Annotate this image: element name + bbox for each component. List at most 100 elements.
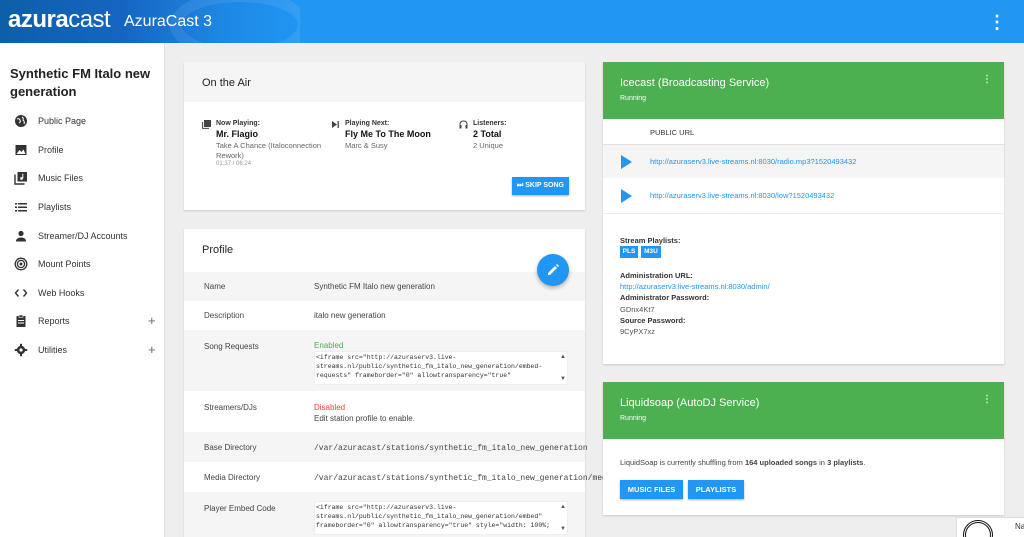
edit-profile-button[interactable] [537,254,569,286]
corner-widget[interactable]: Na [956,517,1024,537]
avatar-icon [963,520,993,537]
song-requests-status: Enabled [314,341,344,350]
sidebar-item-web-hooks[interactable]: Web Hooks [0,280,165,308]
admin-url-label: Administration URL: [620,271,693,280]
admin-password-value: GDnx4Kt7 [620,305,655,314]
gear-icon [14,343,28,357]
sidebar-item-profile[interactable]: Profile [0,137,165,165]
playing-next-label: Playing Next: [345,120,390,127]
kebab-menu-icon[interactable]: ⋮ [988,12,1006,32]
on-air-title: On the Air [202,77,251,89]
source-password-label: Source Password: [620,316,686,325]
sidebar-item-public-page[interactable]: Public Page [0,108,165,136]
sidebar-item-mount-points[interactable]: Mount Points [0,251,165,279]
scroll-up-icon[interactable]: ▲ [560,354,566,360]
skip-next-icon [331,120,340,129]
play-icon[interactable] [621,189,632,203]
azuracast-logo[interactable]: azuracast [8,6,111,34]
now-playing-song: Take A Chance (Italoconnection Rework) [216,141,322,160]
profile-card-header: Profile [184,229,585,272]
sidebar-item-label: Playlists [38,202,72,212]
station-name: Synthetic FM Italo new generation [10,66,151,99]
sidebar-item-label: Public Page [38,116,87,126]
row-key: Description [204,311,245,320]
sidebar-item-reports[interactable]: Reports + [0,308,165,336]
now-playing-time: 01:37 / 06:24 [216,161,252,167]
stream-url-link[interactable]: http://azuraserv3.live-streams.nl:8030/r… [650,157,856,166]
code-icon [14,286,28,300]
listeners-unique: 2 Unique [473,141,504,150]
playlist-count: 3 playlists [827,458,864,467]
playing-next-title: Fly Me To The Moon [345,129,431,139]
logo-bold-text: azura [8,6,69,33]
sidebar-item-label: Utilities [38,345,68,355]
sidebar-item-label: Reports [38,316,70,326]
row-key: Name [204,282,226,291]
library-music-icon [14,171,28,185]
listeners-total: 2 Total [473,129,502,139]
on-air-card-header: On the Air [184,62,585,102]
profile-row-streamers: Streamers/DJs Disabled Edit station prof… [184,391,585,432]
icecast-status: Running [620,95,647,102]
desc-text: in [817,458,828,467]
expand-plus-icon[interactable]: + [148,342,156,357]
expand-plus-icon[interactable]: + [148,313,156,328]
embed-code-text: <iframe src="http://azuraserv3.live-stre… [316,504,551,529]
player-embed-textarea[interactable]: <iframe src="http://azuraserv3.live-stre… [314,501,568,535]
row-value: italo new generation [314,311,386,320]
embed-code-text: <iframe src="http://azuraserv3.live-stre… [316,354,543,379]
icecast-title: Icecast (Broadcasting Service) [620,77,770,89]
music-files-button[interactable]: MUSIC FILES [620,480,683,499]
sidebar-item-streamer-dj-accounts[interactable]: Streamer/DJ Accounts [0,223,165,251]
sidebar-item-utilities[interactable]: Utilities + [0,337,165,365]
skip-song-button[interactable]: ⏭ SKIP SONG [512,177,569,195]
song-requests-embed-textarea[interactable]: <iframe src="http://azuraserv3.live-stre… [314,351,568,385]
listeners-label: Listeners: [473,120,507,127]
row-value: /var/azuracast/stations/synthetic_fm_ita… [314,444,588,453]
list-icon [14,200,28,214]
profile-row-player-embed: Player Embed Code <iframe src="http://az… [184,492,585,537]
music-library-icon [202,120,211,129]
row-key: Base Directory [204,443,257,452]
m3u-playlist-button[interactable]: M3U [641,246,661,258]
icecast-card-header: Icecast (Broadcasting Service) Running ⋮ [603,62,1004,119]
app-title: AzuraCast 3 [124,13,213,30]
sidebar-item-label: Music Files [38,173,84,183]
song-count: 164 uploaded songs [744,458,818,467]
headphones-icon [459,120,468,129]
profile-title: Profile [202,244,234,256]
public-url-header: PUBLIC URL [650,128,695,137]
row-key: Player Embed Code [204,504,276,513]
row-key: Song Requests [204,342,259,351]
profile-card: Profile Name Synthetic FM Italo new gene… [184,229,616,537]
play-icon[interactable] [621,155,632,169]
divider [603,213,1004,214]
admin-password-label: Administrator Password: [620,293,710,302]
pls-playlist-button[interactable]: PLS [620,246,638,258]
clipboard-icon [14,314,28,328]
scroll-down-icon[interactable]: ▼ [560,526,566,532]
desc-text: . [863,458,866,467]
row-value: /var/azuracast/stations/synthetic_fm_ita… [314,474,617,483]
streamers-status: Disabled [314,403,346,412]
stream-url-link[interactable]: http://azuraserv3.live-streams.nl:8030/l… [650,191,834,200]
now-playing-artist: Mr. Flagio [216,129,259,139]
playlists-button[interactable]: PLAYLISTS [688,480,744,499]
image-icon [14,143,28,157]
desc-text: LiquidSoap is currently shuffling from [620,458,745,467]
sidebar-item-music-files[interactable]: Music Files [0,165,165,193]
icecast-menu-icon[interactable]: ⋮ [982,74,992,85]
admin-url-link[interactable]: http://azuraserv3.live-streams.nl:8030/a… [620,282,770,291]
scroll-up-icon[interactable]: ▲ [560,504,566,510]
row-key: Streamers/DJs [204,403,257,412]
sidebar-item-label: Profile [38,145,64,155]
stream-playlists-label: Stream Playlists: [620,236,681,245]
profile-row-song-requests: Song Requests Enabled <iframe src="http:… [184,330,585,391]
liquidsoap-menu-icon[interactable]: ⋮ [982,394,992,405]
sidebar-item-playlists[interactable]: Playlists [0,194,165,222]
sidebar-item-label: Mount Points [38,259,91,269]
playing-next-artist: Marc & Susy [345,141,388,150]
top-app-bar: azuracast AzuraCast 3 ⋮ [0,0,1024,43]
sidebar-item-label: Streamer/DJ Accounts [38,231,128,241]
scroll-down-icon[interactable]: ▼ [560,376,566,382]
